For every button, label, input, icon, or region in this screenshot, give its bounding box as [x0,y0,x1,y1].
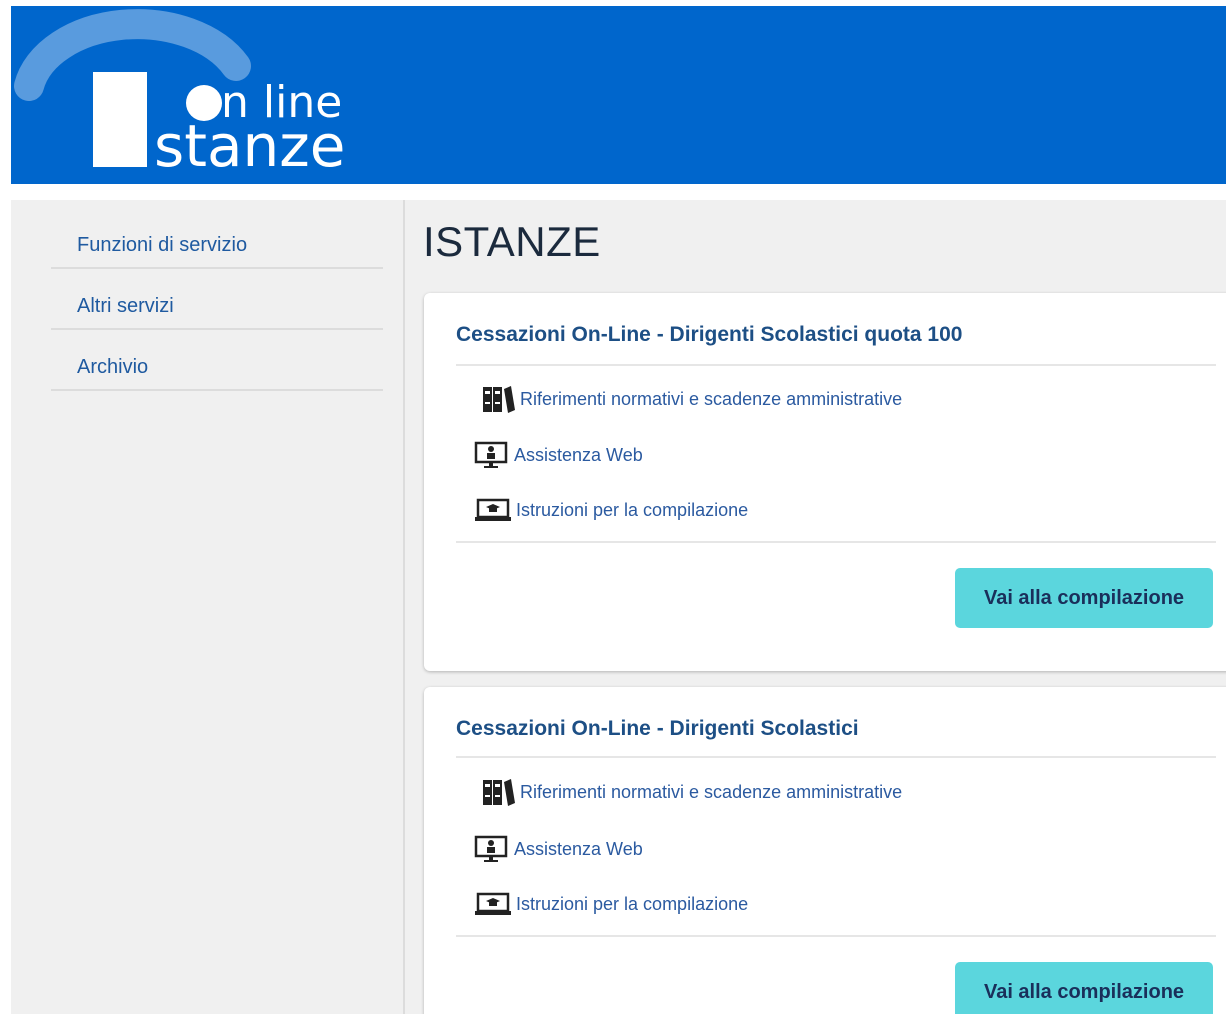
page-body: Funzioni di servizio Altri servizi Archi… [11,200,1226,1014]
sidebar-item-label: Altri servizi [77,295,174,317]
sidebar-item-altri-servizi[interactable]: Altri servizi [51,269,383,330]
web-assistance-icon [474,441,508,468]
sidebar-item-label: Archivio [77,356,149,378]
sidebar-item-label: Funzioni di servizio [77,234,248,256]
binders-icon [483,386,515,413]
card-title: Cessazioni On-Line - Dirigenti Scolastic… [456,323,963,346]
instructions-icon [475,892,511,915]
istanza-card: Cessazioni On-Line - Dirigenti Scolastic… [424,687,1226,1014]
link-riferimenti-normativi[interactable]: Riferimenti normativi e scadenze amminis… [482,382,902,416]
link-assistenza-web[interactable]: Assistenza Web [474,438,643,472]
divider [456,541,1216,543]
divider [456,364,1216,366]
link-riferimenti-normativi[interactable]: Riferimenti normativi e scadenze amminis… [482,775,902,809]
link-label: Riferimenti normativi e scadenze amminis… [520,388,903,409]
divider [456,935,1216,937]
vai-alla-compilazione-button[interactable]: Vai alla compilazione [955,568,1213,628]
divider [456,756,1216,758]
page-title: ISTANZE [423,218,601,265]
site-header: n line stanze [11,6,1226,184]
istanze-online-logo[interactable]: n line stanze [11,6,451,184]
left-margin [0,0,11,184]
link-label: Riferimenti normativi e scadenze amminis… [520,781,903,802]
link-assistenza-web[interactable]: Assistenza Web [474,832,643,866]
link-istruzioni-compilazione[interactable]: Istruzioni per la compilazione [474,493,748,527]
card-title: Cessazioni On-Line - Dirigenti Scolastic… [456,717,859,740]
web-assistance-icon [474,835,508,862]
binders-icon [483,779,515,806]
sidebar-item-archivio[interactable]: Archivio [51,330,383,391]
link-label: Istruzioni per la compilazione [516,499,749,520]
sidebar: Funzioni di servizio Altri servizi Archi… [11,200,405,1014]
istanza-card: Cessazioni On-Line - Dirigenti Scolastic… [424,293,1226,671]
link-istruzioni-compilazione[interactable]: Istruzioni per la compilazione [474,887,748,921]
link-label: Assistenza Web [514,838,643,859]
link-label: Istruzioni per la compilazione [516,893,749,914]
link-label: Assistenza Web [514,444,643,465]
instructions-icon [475,498,511,521]
svg-text:stanze: stanze [154,112,345,180]
sidebar-item-funzioni-di-servizio[interactable]: Funzioni di servizio [51,208,383,269]
vai-alla-compilazione-button[interactable]: Vai alla compilazione [955,962,1213,1014]
